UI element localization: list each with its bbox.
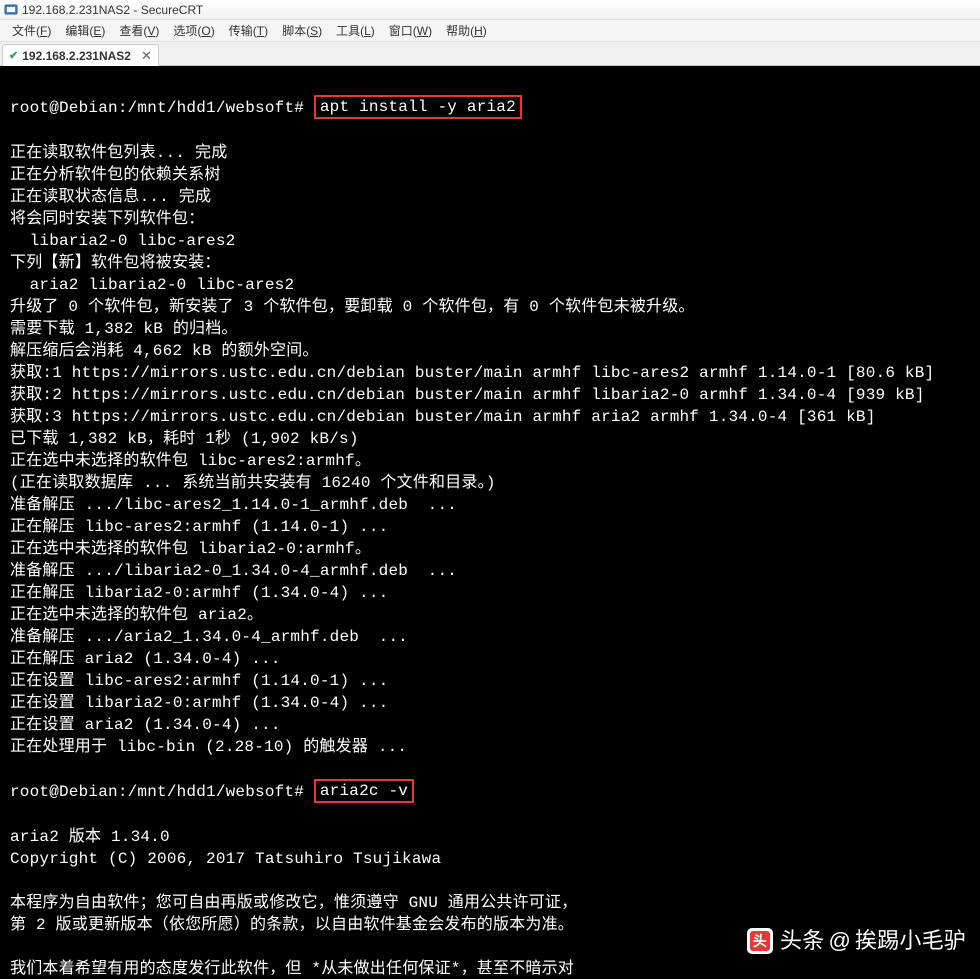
shell-prompt: root@Debian:/mnt/hdd1/websoft# [10,99,314,117]
close-icon[interactable]: ✕ [141,48,152,64]
terminal-line: 正在设置 libc-ares2:armhf (1.14.0-1) ... [10,670,970,692]
terminal-line: 需要下载 1,382 kB 的归档。 [10,318,970,340]
terminal-line: 正在解压 libc-ares2:armhf (1.14.0-1) ... [10,516,970,538]
terminal-line: 准备解压 .../aria2_1.34.0-4_armhf.deb ... [10,626,970,648]
watermark-brand: 头条 [780,930,824,952]
terminal-line: (正在读取数据库 ... 系统当前共安装有 16240 个文件和目录。) [10,472,970,494]
terminal-line: 正在读取软件包列表... 完成 [10,142,970,164]
window-title-bar: 192.168.2.231NAS2 - SecureCRT [0,0,980,20]
terminal-line: 准备解压 .../libaria2-0_1.34.0-4_armhf.deb .… [10,560,970,582]
watermark-author: 挨踢小毛驴 [855,930,966,952]
tab-label: 192.168.2.231NAS2 [22,49,131,63]
menu-transfer[interactable]: 传输(T) [223,20,274,41]
highlight-box-cmd1: apt install -y aria2 [314,95,522,119]
window-title: 192.168.2.231NAS2 - SecureCRT [22,3,203,17]
terminal-line: 正在设置 aria2 (1.34.0-4) ... [10,714,970,736]
terminal-line: 正在选中未选择的软件包 libaria2-0:armhf。 [10,538,970,560]
toutiao-logo-icon: 头 [746,927,774,955]
terminal-line: 正在选中未选择的软件包 libc-ares2:armhf。 [10,450,970,472]
terminal-line: 将会同时安装下列软件包： [10,208,970,230]
terminal-line: 正在解压 aria2 (1.34.0-4) ... [10,648,970,670]
app-icon [4,3,18,17]
terminal-line: 准备解压 .../libc-ares2_1.14.0-1_armhf.deb .… [10,494,970,516]
watermark: 头 头条 @ 挨踢小毛驴 [746,927,966,955]
svg-text:头: 头 [753,933,767,950]
terminal-line: 获取:1 https://mirrors.ustc.edu.cn/debian … [10,362,970,384]
terminal-line: 解压缩后会消耗 4,662 kB 的额外空间。 [10,340,970,362]
terminal-line: 正在设置 libaria2-0:armhf (1.34.0-4) ... [10,692,970,714]
terminal-line: 正在解压 libaria2-0:armhf (1.34.0-4) ... [10,582,970,604]
highlight-box-cmd2: aria2c -v [314,779,414,803]
terminal-line: root@Debian:/mnt/hdd1/websoft# aria2c -v [10,780,970,804]
terminal-line: 本程序为自由软件；您可自由再版或修改它，惟须遵守 GNU 通用公共许可证， [10,892,970,914]
terminal-output[interactable]: root@Debian:/mnt/hdd1/websoft# apt insta… [0,66,980,979]
tab-bar: ✔ 192.168.2.231NAS2 ✕ [0,42,980,66]
terminal-line: 正在分析软件包的依赖关系树 [10,164,970,186]
terminal-line: root@Debian:/mnt/hdd1/websoft# apt insta… [10,96,970,120]
terminal-line: 获取:2 https://mirrors.ustc.edu.cn/debian … [10,384,970,406]
terminal-line: 已下载 1,382 kB，耗时 1秒 (1,902 kB/s) [10,428,970,450]
terminal-line: 正在处理用于 libc-bin (2.28-10) 的触发器 ... [10,736,970,758]
menu-script[interactable]: 脚本(S) [276,20,328,41]
menu-view[interactable]: 查看(V) [113,20,165,41]
terminal-line: aria2 版本 1.34.0 [10,826,970,848]
terminal-line: libaria2-0 libc-ares2 [10,230,970,252]
session-tab[interactable]: ✔ 192.168.2.231NAS2 ✕ [2,44,159,66]
menu-edit[interactable]: 编辑(E) [59,20,111,41]
menu-file[interactable]: 文件(F) [6,20,57,41]
terminal-line: Copyright (C) 2006, 2017 Tatsuhiro Tsuji… [10,848,970,870]
check-icon: ✔ [9,49,18,62]
menu-help[interactable]: 帮助(H) [440,20,493,41]
terminal-line: 升级了 0 个软件包，新安装了 3 个软件包，要卸载 0 个软件包，有 0 个软… [10,296,970,318]
terminal-line: 正在选中未选择的软件包 aria2。 [10,604,970,626]
menu-tools[interactable]: 工具(L) [330,20,381,41]
terminal-line [10,870,970,892]
terminal-line: 正在读取状态信息... 完成 [10,186,970,208]
terminal-line: 下列【新】软件包将被安装： [10,252,970,274]
menu-bar: 文件(F) 编辑(E) 查看(V) 选项(O) 传输(T) 脚本(S) 工具(L… [0,20,980,42]
terminal-line: aria2 libaria2-0 libc-ares2 [10,274,970,296]
watermark-at: @ [828,930,851,952]
shell-prompt: root@Debian:/mnt/hdd1/websoft# [10,783,314,801]
terminal-line: 获取:3 https://mirrors.ustc.edu.cn/debian … [10,406,970,428]
terminal-line: 我们本着希望有用的态度发行此软件，但 *从未做出任何保证*，甚至不暗示对 [10,958,970,979]
menu-options[interactable]: 选项(O) [167,20,220,41]
menu-window[interactable]: 窗口(W) [383,20,438,41]
